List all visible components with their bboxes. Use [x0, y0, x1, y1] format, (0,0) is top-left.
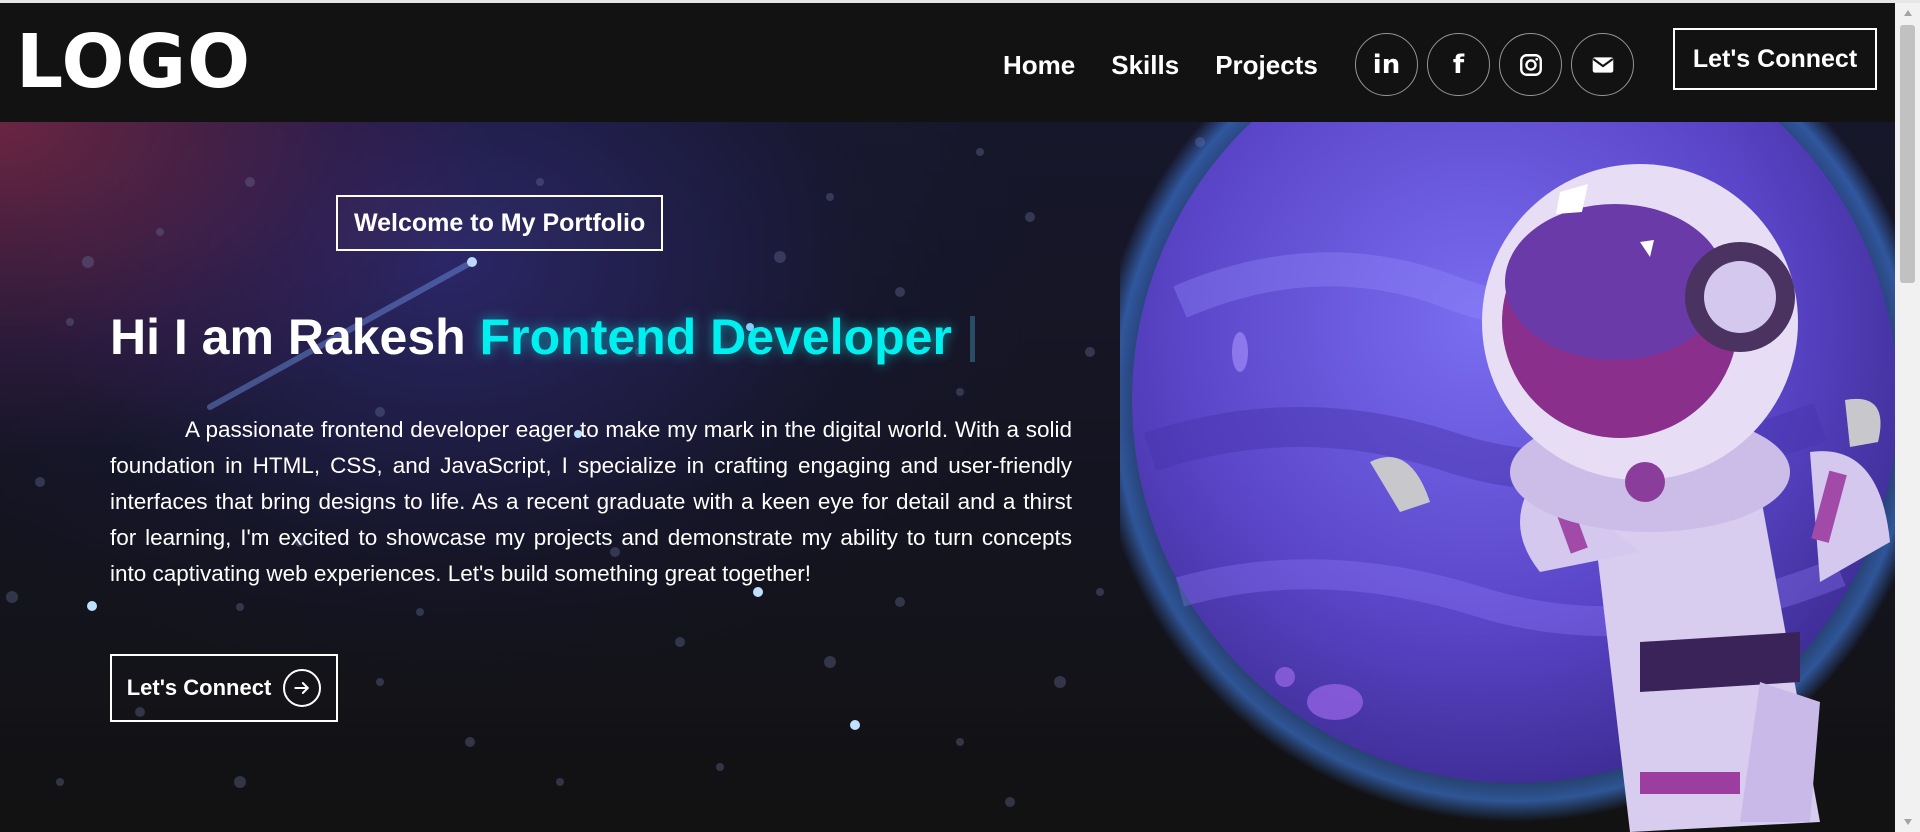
headline-role: Frontend Developer: [479, 309, 952, 365]
nav-connect-button[interactable]: Let's Connect: [1673, 28, 1877, 90]
nav-link-skills[interactable]: Skills: [1111, 50, 1179, 81]
nav-links: Home Skills Projects: [1003, 50, 1318, 81]
facebook-icon: f: [1452, 49, 1465, 80]
vertical-scrollbar[interactable]: [1895, 3, 1920, 832]
linkedin-icon: in: [1372, 49, 1401, 80]
email-button[interactable]: [1571, 33, 1634, 96]
instagram-button[interactable]: [1499, 33, 1562, 96]
welcome-tagline: Welcome to My Portfolio: [336, 195, 664, 251]
arrow-right-circle-icon: [283, 669, 322, 707]
scroll-up-arrow-icon[interactable]: [1895, 3, 1920, 23]
hero-connect-button[interactable]: Let's Connect: [110, 654, 338, 722]
email-icon: [1592, 56, 1613, 73]
typing-cursor: [969, 316, 975, 362]
linkedin-button[interactable]: in: [1355, 33, 1418, 96]
scrollbar-thumb[interactable]: [1900, 25, 1915, 283]
instagram-icon: [1519, 53, 1542, 76]
nav-link-projects[interactable]: Projects: [1215, 50, 1318, 81]
hero-headline: Hi I am Rakesh Frontend Developer: [110, 310, 975, 365]
headline-name: Hi I am Rakesh: [110, 309, 480, 365]
social-links: in f: [1355, 33, 1634, 96]
facebook-button[interactable]: f: [1427, 33, 1490, 96]
hero-section: Welcome to My Portfolio Hi I am Rakesh F…: [0, 122, 1895, 832]
scroll-down-arrow-icon[interactable]: [1895, 812, 1920, 832]
hero-connect-label: Let's Connect: [126, 675, 272, 700]
hero-description: A passionate frontend developer eager to…: [110, 417, 1072, 586]
nav-link-home[interactable]: Home: [1003, 50, 1075, 81]
astronaut-planet-illustration: [1120, 122, 1895, 832]
navbar: LOGO Home Skills Projects in f Let's Con…: [0, 3, 1895, 122]
logo[interactable]: LOGO: [16, 25, 251, 99]
